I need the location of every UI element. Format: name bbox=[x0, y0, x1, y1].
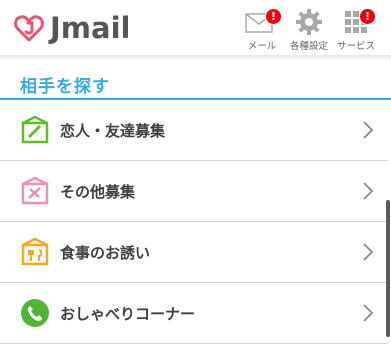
list-item-label: おしゃべりコーナー bbox=[60, 305, 196, 323]
settings-label: 各種設定 bbox=[289, 41, 328, 52]
settings-button[interactable]: 各種設定 bbox=[286, 8, 332, 52]
mail-badge: ! bbox=[265, 8, 282, 25]
jmail-logo[interactable]: Jmail bbox=[14, 10, 132, 46]
logo-text: Jmail bbox=[50, 11, 131, 45]
grid-icon: ! bbox=[333, 8, 379, 36]
heart-logo-icon bbox=[14, 15, 44, 42]
header-divider bbox=[0, 55, 391, 61]
list-item-label: 恋人・友達募集 bbox=[60, 122, 166, 140]
mail-label: メール bbox=[247, 41, 277, 52]
phone-icon bbox=[21, 299, 49, 327]
list-item-label: その他募集 bbox=[60, 183, 136, 201]
app-header: Jmail ! メール 各種設定 ! サービス bbox=[0, 0, 391, 57]
gear-icon bbox=[286, 8, 332, 36]
services-badge: ! bbox=[359, 8, 376, 25]
chevron-right-icon bbox=[363, 243, 374, 261]
chevron-right-icon bbox=[363, 121, 374, 139]
mail-button[interactable]: ! メール bbox=[239, 8, 285, 52]
list-item-other[interactable]: その他募集 bbox=[0, 161, 388, 222]
list-item-chat[interactable]: おしゃべりコーナー bbox=[0, 283, 388, 344]
list-item-dining[interactable]: 食事のお誘い bbox=[0, 222, 388, 283]
chevron-right-icon bbox=[363, 304, 374, 322]
search-menu-list: 恋人・友達募集 その他募集 食事のお誘い おしゃべりコーナー bbox=[0, 100, 388, 344]
notebook-tools-icon bbox=[21, 176, 49, 205]
notebook-pencil-icon bbox=[21, 115, 49, 144]
chevron-right-icon bbox=[363, 182, 374, 200]
list-item-label: 食事のお誘い bbox=[60, 244, 151, 262]
list-item-partner-friend[interactable]: 恋人・友達募集 bbox=[0, 100, 388, 161]
mail-icon: ! bbox=[239, 8, 285, 36]
services-button[interactable]: ! サービス bbox=[333, 8, 379, 52]
section-title: 相手を探す bbox=[20, 77, 110, 97]
services-label: サービス bbox=[336, 41, 375, 52]
scrollbar[interactable] bbox=[386, 200, 390, 337]
dining-icon bbox=[21, 237, 49, 266]
